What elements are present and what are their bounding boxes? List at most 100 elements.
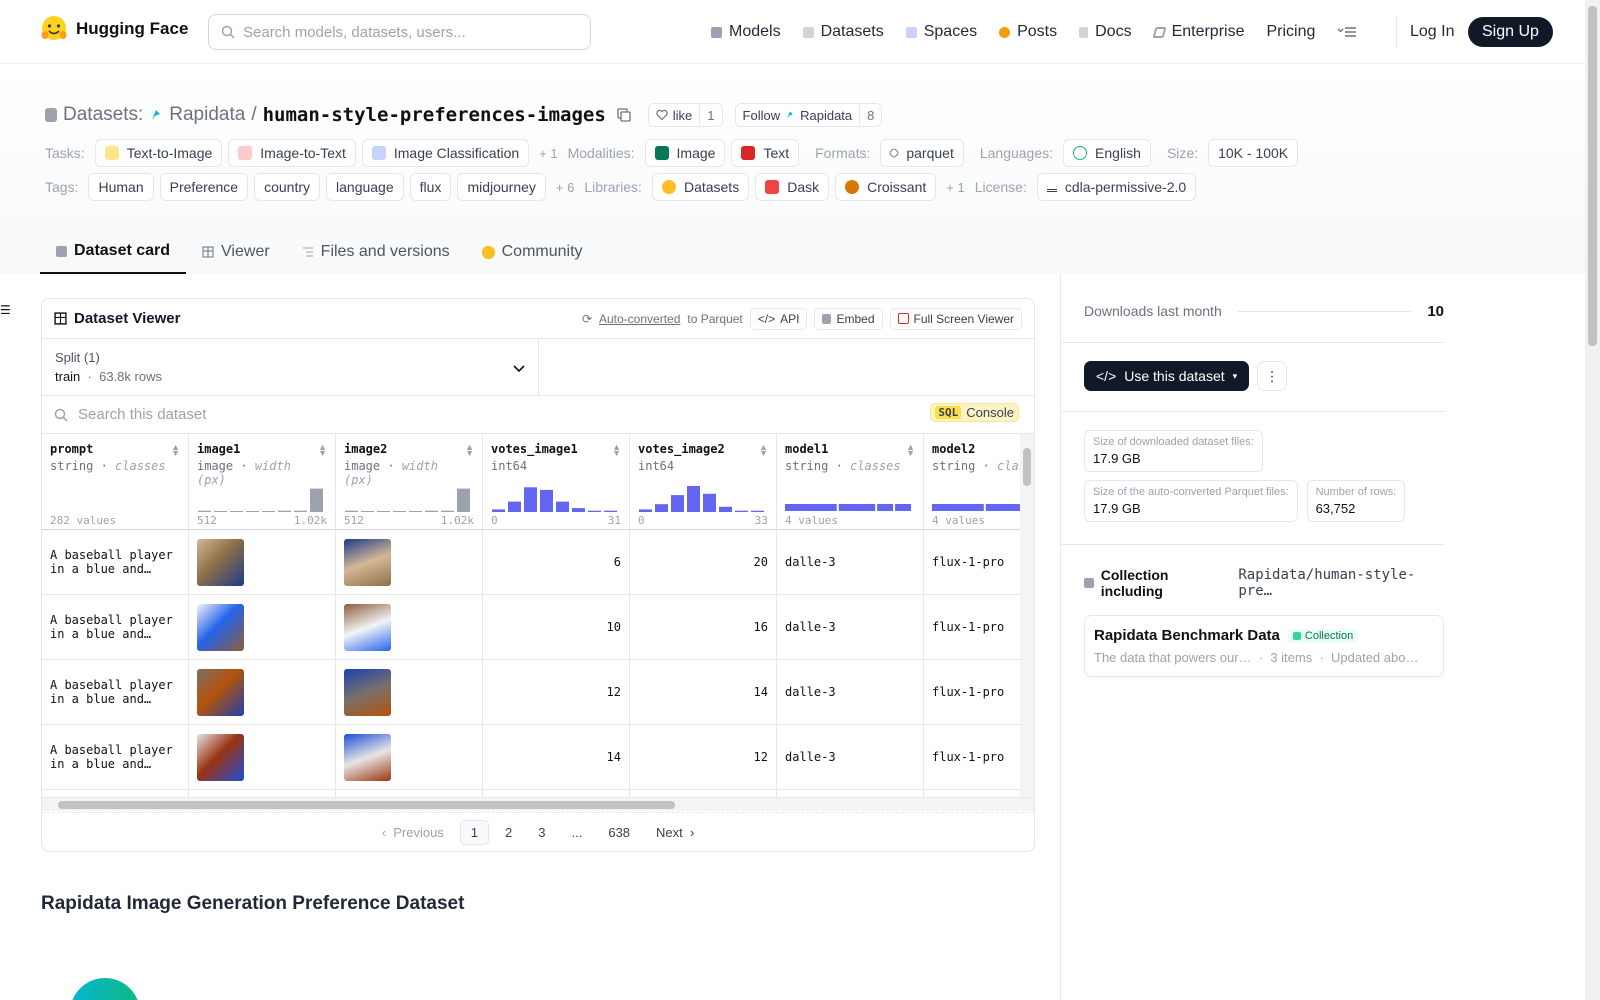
column-header[interactable]: votes_image1 int64 ▲ ▼ 0 31 bbox=[483, 434, 630, 530]
class-bar[interactable] bbox=[985, 504, 1023, 511]
sort-icon[interactable]: ▲ ▼ bbox=[171, 443, 180, 458]
next-page-button[interactable]: Next › bbox=[646, 821, 704, 844]
tab-dataset-card[interactable]: Dataset card bbox=[40, 230, 187, 274]
nav-pricing[interactable]: Pricing bbox=[1255, 17, 1326, 47]
histogram-bar[interactable] bbox=[409, 511, 422, 512]
thumbnail-image[interactable] bbox=[197, 668, 244, 716]
follow-button[interactable]: Follow Rapidata 8 bbox=[734, 103, 883, 127]
class-bar[interactable] bbox=[932, 504, 984, 511]
histogram-bar[interactable] bbox=[262, 511, 275, 512]
histogram-bar[interactable] bbox=[278, 510, 291, 512]
nav-enterprise[interactable]: Enterprise bbox=[1143, 17, 1256, 47]
library-chip[interactable]: Dask bbox=[755, 173, 830, 201]
tab-community[interactable]: Community bbox=[466, 230, 599, 274]
table-cell[interactable]: dalle-3 bbox=[777, 725, 924, 790]
table-cell[interactable]: flux-1-pro bbox=[924, 530, 1034, 595]
size-chip[interactable]: 10K - 100K bbox=[1208, 139, 1299, 167]
class-bar[interactable] bbox=[895, 504, 911, 511]
table-horizontal-scrollbar-thumb[interactable] bbox=[58, 801, 675, 809]
tag-chip[interactable]: flux bbox=[409, 173, 452, 201]
column-header[interactable]: image2 image · width (px) ▲ ▼ 512 1.02k bbox=[336, 434, 483, 530]
histogram-bar[interactable] bbox=[310, 488, 323, 512]
language-chip[interactable]: English bbox=[1063, 139, 1151, 167]
nav-spaces[interactable]: Spaces bbox=[895, 17, 988, 47]
brand-link[interactable]: Hugging Face bbox=[40, 15, 188, 43]
thumbnail-image[interactable] bbox=[197, 538, 244, 586]
breadcrumb-owner[interactable]: Rapidata bbox=[169, 104, 245, 126]
thumbnail-image[interactable] bbox=[197, 733, 244, 781]
histogram-bar[interactable] bbox=[687, 486, 700, 512]
modality-chip[interactable]: Image bbox=[644, 139, 726, 167]
histogram-bar[interactable] bbox=[639, 509, 652, 512]
table-cell[interactable] bbox=[336, 530, 483, 595]
table-cell[interactable] bbox=[336, 725, 483, 790]
thumbnail-image[interactable] bbox=[197, 603, 244, 651]
histogram-bar[interactable] bbox=[703, 493, 716, 512]
global-search-input[interactable] bbox=[243, 23, 573, 41]
page-button[interactable]: 2 bbox=[495, 821, 522, 844]
table-cell[interactable] bbox=[336, 595, 483, 660]
histogram-bar[interactable] bbox=[441, 510, 454, 512]
copy-icon[interactable] bbox=[616, 107, 632, 123]
table-vertical-scrollbar[interactable] bbox=[1020, 434, 1034, 797]
column-header[interactable]: prompt string · classes ▲ ▼ 282 values bbox=[42, 434, 189, 530]
histogram-bar[interactable] bbox=[556, 501, 569, 512]
table-cell[interactable]: 14 bbox=[630, 660, 777, 725]
library-chip[interactable]: Datasets bbox=[651, 173, 750, 201]
nav-more-menu[interactable] bbox=[1326, 17, 1368, 47]
tag-chip[interactable]: Preference bbox=[159, 173, 249, 201]
column-header[interactable]: model1 string · classes ▲ ▼ 4 values bbox=[777, 434, 924, 530]
histogram-bar[interactable] bbox=[246, 511, 259, 512]
tasks-more[interactable]: + 1 bbox=[539, 146, 557, 161]
table-cell[interactable]: 12 bbox=[483, 660, 630, 725]
table-cell[interactable]: 20 bbox=[630, 530, 777, 595]
histogram-bar[interactable] bbox=[719, 506, 732, 512]
thumbnail-image[interactable] bbox=[344, 733, 391, 781]
histogram-bar[interactable] bbox=[294, 510, 307, 512]
page-scrollbar-thumb[interactable] bbox=[1588, 6, 1597, 346]
use-dataset-button[interactable]: </> Use this dataset ▾ bbox=[1084, 361, 1250, 391]
nav-models[interactable]: Models bbox=[700, 17, 792, 47]
more-options-icon[interactable]: ⋮ bbox=[1257, 361, 1288, 391]
table-cell[interactable] bbox=[189, 530, 336, 595]
tag-chip[interactable]: midjourney bbox=[457, 173, 546, 201]
tag-chip[interactable]: Human bbox=[88, 173, 154, 201]
column-header[interactable]: model2string · classes▲▼4 values bbox=[924, 434, 1034, 530]
histogram-bar[interactable] bbox=[751, 510, 764, 512]
breadcrumb-datasets[interactable]: Datasets: bbox=[63, 104, 143, 126]
column-header[interactable]: image1 image · width (px) ▲ ▼ 512 1.02k bbox=[189, 434, 336, 530]
histogram-bar[interactable] bbox=[345, 510, 358, 512]
split-select[interactable]: Split (1) train · 63.8k rows bbox=[42, 339, 539, 395]
histogram-bar[interactable] bbox=[198, 510, 211, 512]
histogram-bar[interactable] bbox=[457, 488, 470, 512]
table-cell[interactable]: 16 bbox=[630, 595, 777, 660]
global-search[interactable] bbox=[208, 14, 591, 50]
task-chip[interactable]: Image-to-Text bbox=[228, 139, 356, 167]
page-button[interactable]: 3 bbox=[528, 821, 555, 844]
libraries-more[interactable]: + 1 bbox=[946, 180, 964, 195]
page-button[interactable]: 1 bbox=[459, 819, 490, 845]
table-cell[interactable]: 6 bbox=[483, 530, 630, 595]
tab-files[interactable]: Files and versions bbox=[286, 230, 466, 274]
dataset-name[interactable]: human-style-preferences-images bbox=[263, 104, 606, 126]
class-bar[interactable] bbox=[838, 504, 876, 511]
login-link[interactable]: Log In bbox=[1396, 17, 1467, 47]
histogram-bar[interactable] bbox=[230, 511, 243, 512]
sort-icon[interactable]: ▲ ▼ bbox=[906, 443, 915, 458]
api-button[interactable]: </> API bbox=[749, 307, 808, 330]
histogram-bar[interactable] bbox=[588, 510, 601, 512]
histogram-bar[interactable] bbox=[214, 511, 227, 512]
prev-page-button[interactable]: ‹ Previous bbox=[372, 821, 454, 844]
histogram-bar[interactable] bbox=[508, 501, 521, 512]
thumbnail-image[interactable] bbox=[344, 668, 391, 716]
histogram-bar[interactable] bbox=[393, 511, 406, 512]
table-vertical-scrollbar-thumb[interactable] bbox=[1023, 448, 1031, 486]
table-cell[interactable]: A baseball player in a blue and… bbox=[42, 595, 189, 660]
tag-chip[interactable]: language bbox=[326, 173, 404, 201]
page-scrollbar[interactable] bbox=[1585, 0, 1600, 1000]
collection-card[interactable]: Rapidata Benchmark Data Collection The da… bbox=[1084, 615, 1444, 677]
histogram-bar[interactable] bbox=[524, 487, 537, 512]
toc-toggle-icon[interactable]: ☰ bbox=[0, 303, 11, 317]
sort-icon[interactable]: ▲ ▼ bbox=[318, 443, 327, 458]
auto-converted-link[interactable]: Auto-converted bbox=[599, 312, 680, 326]
